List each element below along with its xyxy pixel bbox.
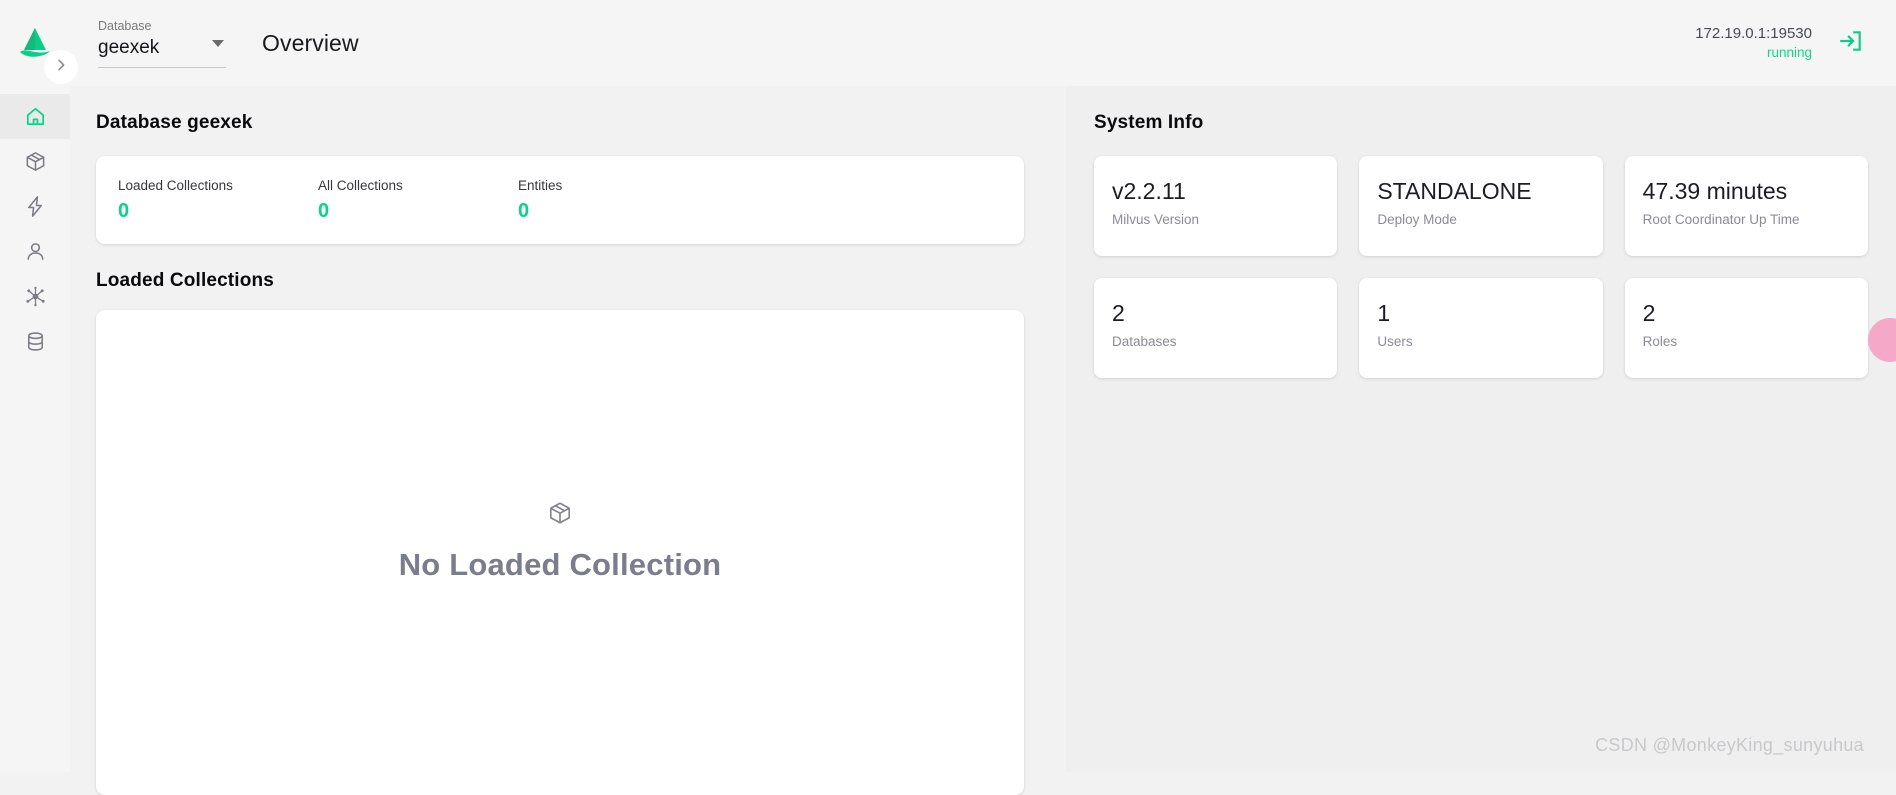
- sidebar-item-databases[interactable]: [0, 319, 70, 364]
- chevron-down-icon[interactable]: [212, 40, 224, 47]
- loaded-collections-card: No Loaded Collection: [96, 310, 1024, 795]
- info-card-databases: 2 Databases: [1094, 278, 1337, 378]
- stat-value: 0: [118, 198, 318, 224]
- connection-status: running: [1695, 44, 1812, 62]
- info-card-label: Roles: [1643, 332, 1850, 352]
- database-select[interactable]: Database geexek: [98, 18, 226, 68]
- empty-state: No Loaded Collection: [399, 500, 722, 583]
- box-icon: [547, 500, 573, 531]
- info-card-users: 1 Users: [1359, 278, 1602, 378]
- empty-state-text: No Loaded Collection: [399, 547, 722, 583]
- stat-value: 0: [318, 198, 518, 224]
- stat-value: 0: [518, 198, 718, 224]
- stat-all-collections: All Collections 0: [318, 176, 518, 224]
- info-card-value: 1: [1377, 298, 1584, 328]
- system-info-panel: System Info v2.2.11 Milvus Version STAND…: [1066, 86, 1896, 772]
- main-content: Database geexek Loaded Collections 0 All…: [70, 86, 1896, 772]
- connection-address: 172.19.0.1:19530: [1695, 24, 1812, 44]
- stat-label: All Collections: [318, 176, 518, 196]
- loaded-collections-heading: Loaded Collections: [96, 270, 1024, 292]
- database-select-label: Database: [98, 18, 226, 35]
- system-info-heading: System Info: [1094, 112, 1868, 134]
- top-bar: Database geexek Overview 172.19.0.1:1953…: [0, 0, 1896, 86]
- info-card-label: Milvus Version: [1112, 210, 1319, 230]
- info-card-label: Users: [1377, 332, 1584, 352]
- page-title: Overview: [262, 30, 359, 57]
- info-card-value: 47.39 minutes: [1643, 176, 1850, 206]
- sidebar-item-collections[interactable]: [0, 139, 70, 184]
- info-card-roles: 2 Roles: [1625, 278, 1868, 378]
- exit-logout-button[interactable]: [1834, 26, 1868, 60]
- sidebar-item-home[interactable]: [0, 94, 70, 139]
- info-card-value: v2.2.11: [1112, 176, 1319, 206]
- database-panel: Database geexek Loaded Collections 0 All…: [70, 86, 1046, 772]
- chevron-right-icon: [53, 57, 69, 78]
- sidebar-expand-button[interactable]: [44, 50, 78, 84]
- lightning-bolt-icon: [24, 195, 47, 218]
- info-card-root-coordinator-uptime: 47.39 minutes Root Coordinator Up Time: [1625, 156, 1868, 256]
- stat-entities: Entities 0: [518, 176, 718, 224]
- database-heading: Database geexek: [96, 112, 1024, 134]
- database-select-value: geexek: [98, 35, 226, 61]
- info-card-label: Deploy Mode: [1377, 210, 1584, 230]
- box-icon: [24, 150, 47, 173]
- exit-logout-icon: [1838, 28, 1864, 59]
- connection-info: 172.19.0.1:19530 running: [1695, 24, 1812, 62]
- watermark: CSDN @MonkeyKing_sunyuhua: [1595, 735, 1864, 756]
- sidebar-rail: [0, 72, 70, 772]
- info-card-value: STANDALONE: [1377, 176, 1584, 206]
- sidebar-item-cluster[interactable]: [0, 274, 70, 319]
- system-info-grid: v2.2.11 Milvus Version STANDALONE Deploy…: [1094, 156, 1868, 378]
- stat-loaded-collections: Loaded Collections 0: [118, 176, 318, 224]
- info-card-value: 2: [1643, 298, 1850, 328]
- database-stats-card: Loaded Collections 0 All Collections 0 E…: [96, 156, 1024, 244]
- info-card-value: 2: [1112, 298, 1319, 328]
- sidebar-item-vector-search[interactable]: [0, 184, 70, 229]
- sidebar-item-users[interactable]: [0, 229, 70, 274]
- stat-label: Loaded Collections: [118, 176, 318, 196]
- person-icon: [24, 240, 47, 263]
- stat-label: Entities: [518, 176, 718, 196]
- info-card-milvus-version: v2.2.11 Milvus Version: [1094, 156, 1337, 256]
- network-nodes-icon: [24, 285, 47, 308]
- top-bar-right: 172.19.0.1:19530 running: [1695, 24, 1896, 62]
- info-card-label: Root Coordinator Up Time: [1643, 210, 1850, 230]
- database-cylinder-icon: [24, 330, 47, 353]
- info-card-label: Databases: [1112, 332, 1319, 352]
- home-icon: [24, 105, 47, 128]
- info-card-deploy-mode: STANDALONE Deploy Mode: [1359, 156, 1602, 256]
